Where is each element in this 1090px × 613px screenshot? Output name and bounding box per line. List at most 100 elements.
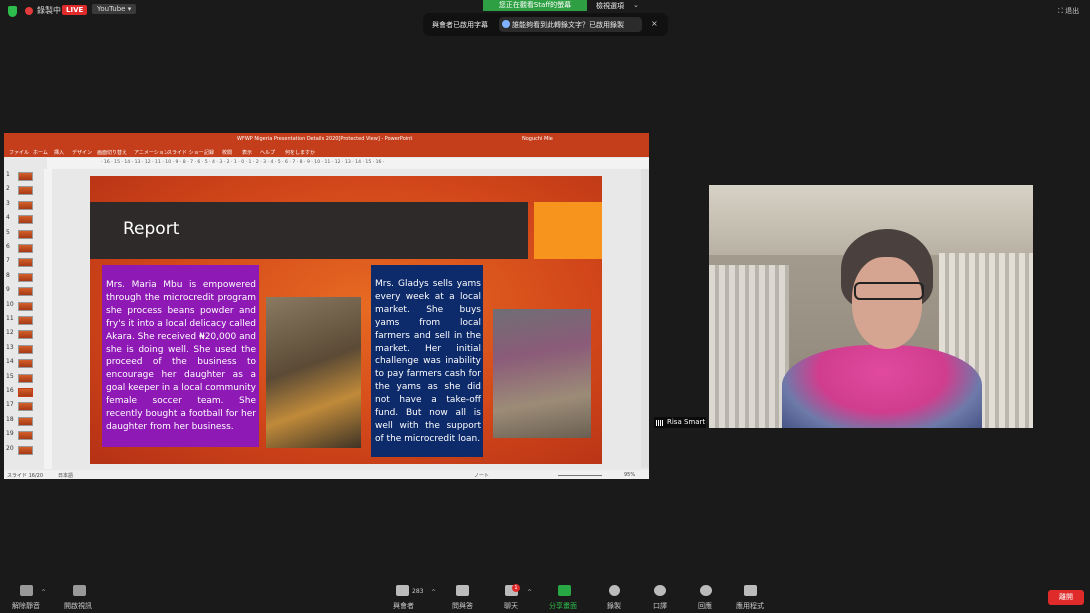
- security-shield-icon[interactable]: [8, 6, 17, 17]
- start-video-label[interactable]: 開啟視訊: [64, 601, 92, 611]
- slide-thumbnail[interactable]: [18, 359, 33, 369]
- slide-thumbnail-number: 12: [6, 329, 14, 337]
- story-text-gladys: Mrs. Gladys sells yams every week at a l…: [375, 279, 481, 444]
- chevron-up-icon[interactable]: ^: [431, 589, 436, 596]
- chevron-down-icon[interactable]: ⌄: [633, 1, 639, 9]
- signal-strength-icon: [656, 420, 663, 426]
- status-zoom: 95%: [624, 472, 636, 478]
- live-badge[interactable]: LIVE: [62, 5, 88, 15]
- unmute-label[interactable]: 解除靜音: [12, 601, 40, 611]
- ppt-tab-design: デザイン: [72, 150, 93, 156]
- ppt-user-label: Noguchi Mie: [522, 136, 553, 142]
- slide-thumbnail[interactable]: [18, 186, 33, 196]
- participants-icon[interactable]: [396, 585, 409, 596]
- slide-thumbnail-number: 2: [6, 185, 10, 193]
- video-off-icon[interactable]: [73, 585, 86, 596]
- vertical-scrollbar: [641, 169, 649, 468]
- slide-thumbnail[interactable]: [18, 258, 33, 268]
- slide-thumbnail-number: 16: [6, 387, 14, 394]
- slide-thumbnail-number: 14: [6, 358, 14, 366]
- apps-icon[interactable]: [744, 585, 757, 596]
- exit-fullscreen-button[interactable]: ⛶ 退出: [1058, 6, 1079, 16]
- recording-icon: [25, 7, 33, 15]
- record-label[interactable]: 錄製: [607, 601, 621, 611]
- view-options-button[interactable]: 檢視選項: [596, 1, 624, 11]
- slide-thumbnail[interactable]: [18, 301, 33, 311]
- share-screen-label[interactable]: 分享畫面: [549, 601, 577, 611]
- shared-screen-powerpoint: WFWP Nigeria Presentation Details 2020[P…: [4, 133, 649, 479]
- slide-thumbnail[interactable]: [18, 330, 33, 340]
- slide-thumbnail[interactable]: [18, 416, 33, 426]
- slide-thumbnail-number: 17: [6, 401, 14, 409]
- photo-maria-frying-akara: [266, 297, 361, 448]
- slide-thumbnail[interactable]: [18, 431, 33, 441]
- slide-thumbnail[interactable]: [18, 316, 33, 325]
- slide-thumbnail-number: 5: [6, 228, 10, 236]
- slide-thumbnail[interactable]: [18, 344, 33, 354]
- meeting-toolbar: [0, 582, 1090, 613]
- share-screen-icon[interactable]: [558, 585, 571, 596]
- ppt-tab-record: 記録: [204, 150, 215, 156]
- record-icon[interactable]: [609, 585, 620, 596]
- qa-label[interactable]: 問與答: [452, 601, 473, 611]
- photo-gladys-yams: [493, 309, 591, 438]
- slide-thumbnail[interactable]: [18, 445, 33, 455]
- reactions-label[interactable]: 回應: [698, 601, 712, 611]
- qa-icon[interactable]: [456, 585, 469, 596]
- ppt-tab-file: ファイル: [9, 150, 30, 156]
- recording-label: 錄製中: [37, 6, 61, 15]
- ppt-window-title: WFWP Nigeria Presentation Details 2020[P…: [237, 136, 413, 142]
- participant-glasses: [854, 282, 924, 300]
- story-text-maria: Mrs. Maria Mbu is empowered through the …: [106, 280, 256, 432]
- slide-thumbnail-number: 9: [6, 286, 10, 294]
- participant-video-tile[interactable]: [709, 185, 1033, 428]
- slide-thumbnail[interactable]: [18, 172, 33, 181]
- globe-icon[interactable]: [654, 585, 666, 596]
- slide-thumbnail[interactable]: [18, 244, 33, 253]
- slide-thumbnail-number: 11: [6, 315, 14, 322]
- slide-thumbnail[interactable]: [18, 272, 33, 282]
- ppt-tab-slideshow: スライド ショー: [167, 150, 204, 156]
- ppt-tab-home: ホーム: [33, 150, 48, 156]
- participant-count: 283: [412, 588, 424, 595]
- current-slide: Report Mrs. Maria Mbu is empowered throu…: [90, 176, 602, 464]
- slide-thumbnail-number: 8: [6, 271, 10, 279]
- ppt-tab-transitions: 画面切り替え: [97, 150, 128, 156]
- slide-thumbnail-number: 15: [6, 372, 14, 380]
- chevron-up-icon[interactable]: ^: [41, 589, 46, 596]
- vertical-ruler: [44, 169, 52, 469]
- slide-thumbnail[interactable]: [18, 287, 33, 297]
- slide-thumbnail[interactable]: [18, 215, 33, 225]
- apps-label[interactable]: 應用程式: [736, 601, 764, 611]
- slide-thumbnail[interactable]: [18, 229, 33, 239]
- person-icon: [502, 20, 510, 28]
- close-icon[interactable]: ×: [651, 19, 658, 28]
- slide-thumbnail[interactable]: [18, 373, 33, 383]
- slide-thumbnail-number: 7: [6, 257, 10, 265]
- zoom-slider: [558, 475, 602, 476]
- ruler-marks: · 16 · 15 · 14 · 13 · 12 · 11 · 10 · 9 ·…: [101, 160, 385, 165]
- slide-accent-block: [534, 202, 602, 259]
- slide-thumbnail-number: 18: [6, 415, 14, 423]
- chevron-up-icon[interactable]: ^: [527, 589, 532, 596]
- status-language: 日本語: [58, 473, 74, 479]
- participant-body: [782, 345, 982, 428]
- slide-thumbnail-number: 4: [6, 214, 10, 222]
- reactions-icon[interactable]: [700, 585, 712, 596]
- transcript-visibility-text: 誰能夠看到此轉錄文字？已啟用錄製: [512, 21, 624, 29]
- youtube-dropdown[interactable]: YouTube ▾: [92, 4, 137, 14]
- participants-label[interactable]: 與會者: [393, 601, 414, 611]
- slide-thumbnail[interactable]: [18, 388, 33, 397]
- ppt-tab-insert: 挿入: [54, 150, 65, 156]
- slide-thumbnail[interactable]: [18, 200, 33, 210]
- slide-thumbnail-number: 6: [6, 243, 10, 250]
- ppt-status-bar: [4, 470, 649, 479]
- leave-meeting-button[interactable]: 離開: [1048, 590, 1084, 605]
- slide-thumbnail-number: 3: [6, 199, 10, 207]
- slide-thumbnail[interactable]: [18, 402, 33, 412]
- interpretation-label[interactable]: 口譯: [653, 601, 667, 611]
- microphone-muted-icon[interactable]: [20, 585, 33, 596]
- participant-face: [852, 257, 922, 349]
- ppt-tab-help: ヘルプ: [260, 150, 276, 156]
- chat-label[interactable]: 聊天: [504, 601, 518, 611]
